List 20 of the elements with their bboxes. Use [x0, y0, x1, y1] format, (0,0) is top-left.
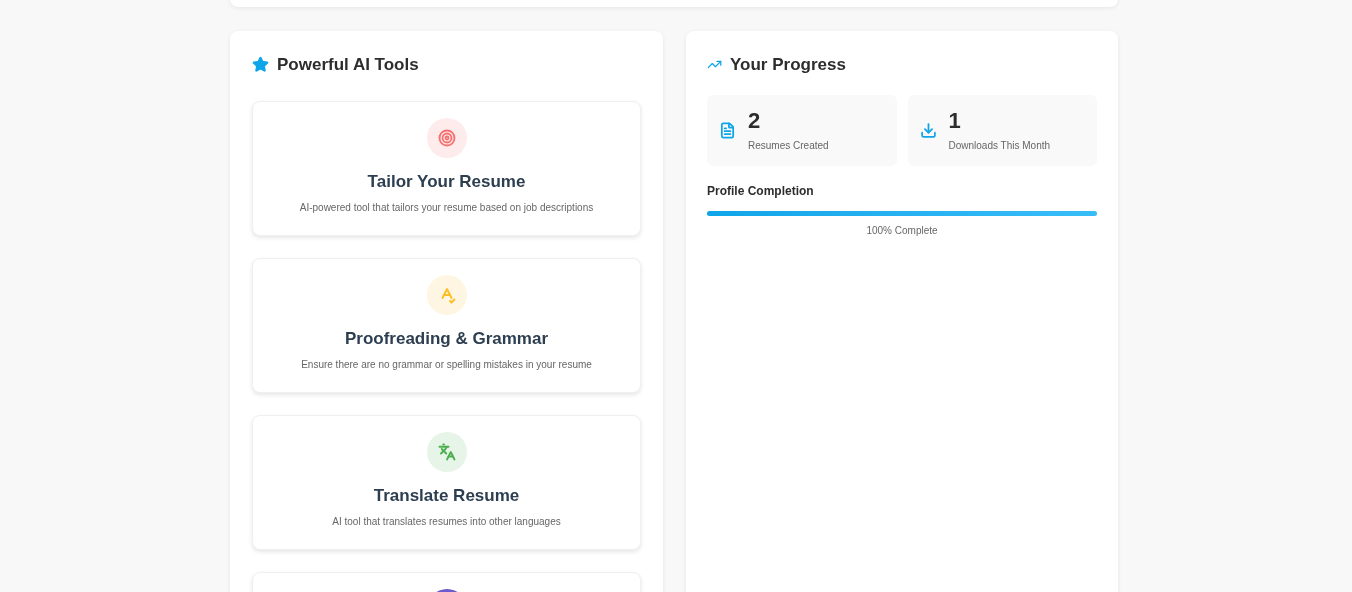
- download-icon: [919, 121, 937, 139]
- tool-title: Proofreading & Grammar: [344, 327, 549, 350]
- completion-reading: 100% Complete: [866, 223, 938, 238]
- stat-value: 1: [948, 106, 962, 135]
- tool-card[interactable]: Proofreading & Grammar Ensure there are no grammar or spelling mistakes in your resume: [252, 257, 641, 393]
- panel-title: Your Progress: [730, 54, 846, 76]
- tool-card[interactable]: Tailor Your Resume AI-powered tool that tailors your resume based on job descriptions: [252, 100, 641, 236]
- tool-title: Translate Resume: [373, 484, 520, 507]
- tool-description: AI-powered tool that tailors your resume based on job descriptions: [299, 201, 594, 215]
- panel-title: Powerful AI Tools: [277, 54, 419, 76]
- stat-value: 2: [748, 106, 762, 135]
- tool-card[interactable]: Translate Resume AI tool that translates resumes into other languages: [252, 414, 641, 550]
- tool-description: Ensure there are no grammar or spelling mistakes in your resume: [301, 358, 592, 372]
- completion-label: Profile Completion: [707, 182, 815, 200]
- document-icon: [719, 121, 736, 139]
- tool-description: AI tool that translates resumes into other languages: [332, 515, 561, 529]
- stat-label: Resumes Created: [748, 139, 829, 154]
- stat-label: Downloads This Month: [948, 139, 1051, 154]
- star-icon: [252, 56, 269, 74]
- tool-title: Tailor Your Resume: [367, 170, 526, 193]
